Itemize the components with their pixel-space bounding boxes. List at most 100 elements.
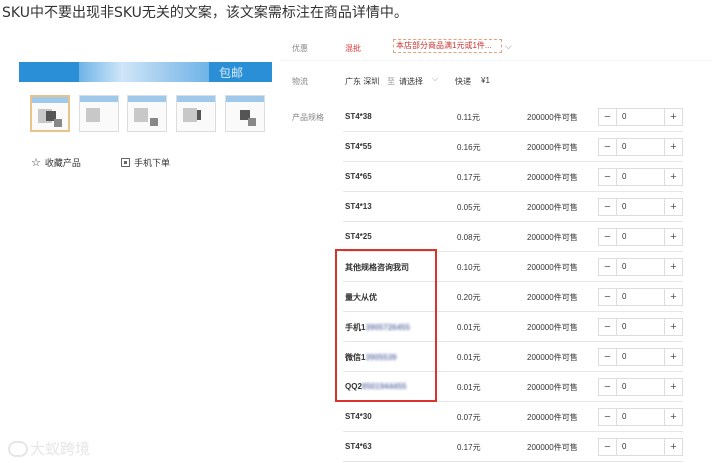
quantity-input[interactable]: 0 [616,409,665,425]
quantity-stepper: −0 + [598,318,683,336]
minus-button[interactable]: − [599,109,616,125]
thumbnail-2[interactable] [79,95,119,132]
plus-button[interactable]: + [665,229,682,245]
sku-name: ST4*13 [345,202,372,211]
sku-price: 0.20元 [457,293,481,302]
plus-button[interactable]: + [665,319,682,335]
sku-name: ST4*63 [345,442,372,451]
plus-button[interactable]: + [665,439,682,455]
quantity-stepper: −0 + [598,348,683,366]
sku-row: ST4*25 0.08元 200000件可售 −0 + [343,222,683,252]
minus-button[interactable]: − [599,349,616,365]
shipping-method: 快递 [455,77,471,86]
promo-offer-box[interactable]: 本店部分商品满1元或1件... [393,39,502,53]
promo-tag: 混批 [345,44,361,53]
sku-row: 量大从优 0.20元 200000件可售 −0 + [343,282,683,312]
thumbnail-3[interactable] [127,95,167,132]
quantity-stepper: −0 + [598,378,683,396]
chevron-down-icon[interactable]: ⌵ [505,41,512,52]
thumbnail-4[interactable] [176,95,216,132]
shipping-destination-select[interactable]: 请选择 [399,76,423,87]
sku-name: 其他规格咨询我司 [345,263,409,272]
sku-stock: 200000件可售 [527,383,578,392]
favorite-label: 收藏产品 [44,158,81,168]
sku-stock: 200000件可售 [527,293,578,302]
star-icon: ☆ [31,157,41,169]
mobile-order-link[interactable]: 手机下单 [121,156,170,169]
sku-row: 手机13905726455 0.01元 200000件可售 −0 + [343,312,683,342]
sku-price: 0.10元 [457,263,481,272]
quantity-input[interactable]: 0 [616,169,665,185]
sku-stock: 200000件可售 [527,143,578,152]
quantity-stepper: −0 + [598,288,683,306]
minus-button[interactable]: − [599,199,616,215]
sku-price: 0.17元 [457,173,481,182]
instruction-caption: SKU中不要出现非SKU无关的文案，该文案需标注在商品详情中。 [2,5,408,21]
minus-button[interactable]: − [599,439,616,455]
sku-name-group: 微信13905539 [345,352,397,363]
quantity-stepper: −0 + [598,258,683,276]
thumbnail-5[interactable] [225,95,265,132]
quantity-input[interactable]: 0 [616,259,665,275]
quantity-input[interactable]: 0 [616,289,665,305]
minus-button[interactable]: − [599,169,616,185]
sku-name: ST4*38 [345,112,372,121]
quantity-input[interactable]: 0 [616,109,665,125]
minus-button[interactable]: − [599,229,616,245]
favorite-link[interactable]: ☆ 收藏产品 [31,156,81,169]
mobile-order-label: 手机下单 [134,158,171,168]
plus-button[interactable]: + [665,289,682,305]
sku-name-group: QQ28501944455 [345,382,406,391]
shipping-origin: 广东 深圳 [345,77,380,86]
sku-price: 0.11元 [457,113,480,122]
sku-row: ST4*30 0.07元 200000件可售 −0 + [343,402,683,432]
sku-name-redacted: 3905539 [365,353,397,362]
quantity-input[interactable]: 0 [616,229,665,245]
sku-name-group: 手机13905726455 [345,322,410,333]
plus-button[interactable]: + [665,109,682,125]
banner-text: 包邮 [219,66,244,80]
minus-button[interactable]: − [599,139,616,155]
quantity-input[interactable]: 0 [616,319,665,335]
sku-name: 微信1 [345,353,366,362]
sku-name: 量大从优 [345,293,377,302]
product-banner-image: 包邮 [19,62,272,82]
sku-name-redacted: 8501944455 [361,382,407,391]
sku-stock: 200000件可售 [527,263,578,272]
shipping-label: 物流 [292,77,308,86]
quantity-stepper: −0 + [598,228,683,246]
quantity-input[interactable]: 0 [616,139,665,155]
sku-name: QQ2 [345,382,362,391]
sku-name: 手机1 [345,323,366,332]
sku-row: ST4*63 0.17元 200000件可售 −0 + [343,432,683,462]
sku-stock: 200000件可售 [527,203,578,212]
watermark: 大蚁跨境 [8,438,90,459]
sku-price: 0.16元 [457,143,481,152]
sku-price: 0.08元 [457,233,481,242]
quantity-input[interactable]: 0 [616,199,665,215]
sku-price: 0.01元 [457,353,481,362]
quantity-stepper: −0 + [598,438,683,456]
plus-button[interactable]: + [665,349,682,365]
plus-button[interactable]: + [665,139,682,155]
plus-button[interactable]: + [665,409,682,425]
plus-button[interactable]: + [665,199,682,215]
minus-button[interactable]: − [599,319,616,335]
plus-button[interactable]: + [665,259,682,275]
minus-button[interactable]: − [599,379,616,395]
chevron-down-icon[interactable]: ⌵ [432,74,438,84]
minus-button[interactable]: − [599,259,616,275]
minus-button[interactable]: − [599,409,616,425]
minus-button[interactable]: − [599,289,616,305]
sku-name: ST4*30 [345,412,372,421]
plus-button[interactable]: + [665,379,682,395]
quantity-input[interactable]: 0 [616,349,665,365]
sku-price: 0.17元 [457,443,481,452]
plus-button[interactable]: + [665,169,682,185]
quantity-input[interactable]: 0 [616,439,665,455]
sku-row: ST4*55 0.16元 200000件可售 −0 + [343,132,683,162]
thumbnail-1[interactable] [30,95,70,132]
sku-stock: 200000件可售 [527,353,578,362]
quantity-input[interactable]: 0 [616,379,665,395]
quantity-stepper: −0 + [598,108,683,126]
